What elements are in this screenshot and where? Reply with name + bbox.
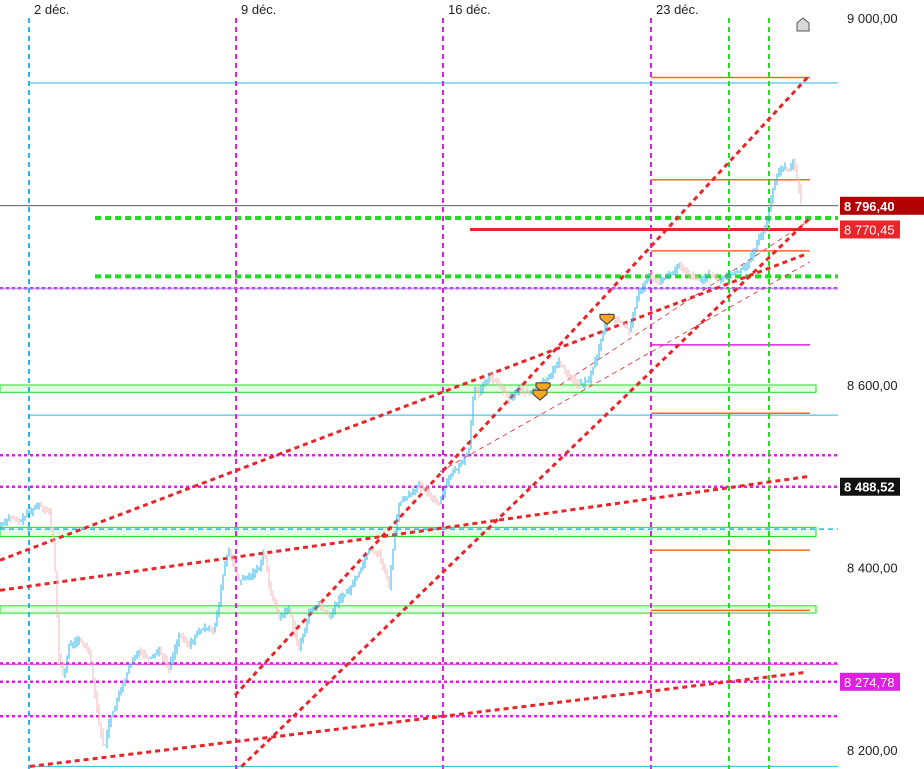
candlestick-series [0,158,802,749]
price-axis: 9 000,00 8 600,00 8 400,00 8 200,00 8 796,40… [839,0,924,769]
x-tick-label: 16 déc. [448,2,491,17]
signal-marker-2 [599,313,615,326]
trend-line-5 [439,261,811,473]
y-tick-label: 8 200,00 [847,743,898,758]
trend-lines [0,73,812,769]
zone-2 [0,605,817,614]
price-chart[interactable]: 9 000,00 8 600,00 8 400,00 8 200,00 8 796,40… [0,0,924,769]
x-tick-label: 9 déc. [241,2,276,17]
horizontal-levels [0,76,838,767]
trend-line-4 [236,216,812,769]
y-tick-label: 9 000,00 [847,11,898,26]
date-axis: 2 déc. 9 déc. 16 déc. 23 déc. [0,0,838,18]
y-tick-label: 8 600,00 [847,378,898,393]
price-tag-label: 8 770,45 [844,222,895,237]
date-axis-background [0,0,838,18]
home-icon[interactable] [796,17,810,32]
y-tick-label: 8 400,00 [847,561,898,576]
price-tag-label: 8 488,52 [844,480,895,495]
price-tag-label: 8 274,78 [844,675,895,690]
x-tick-label: 23 déc. [656,2,699,17]
x-tick-label: 2 déc. [34,2,69,17]
signal-marker-1 [532,389,548,401]
support-zones [0,384,817,614]
zone-0 [0,384,817,393]
price-tag-label: 8 796,40 [844,199,895,214]
trend-line-2 [29,670,806,768]
